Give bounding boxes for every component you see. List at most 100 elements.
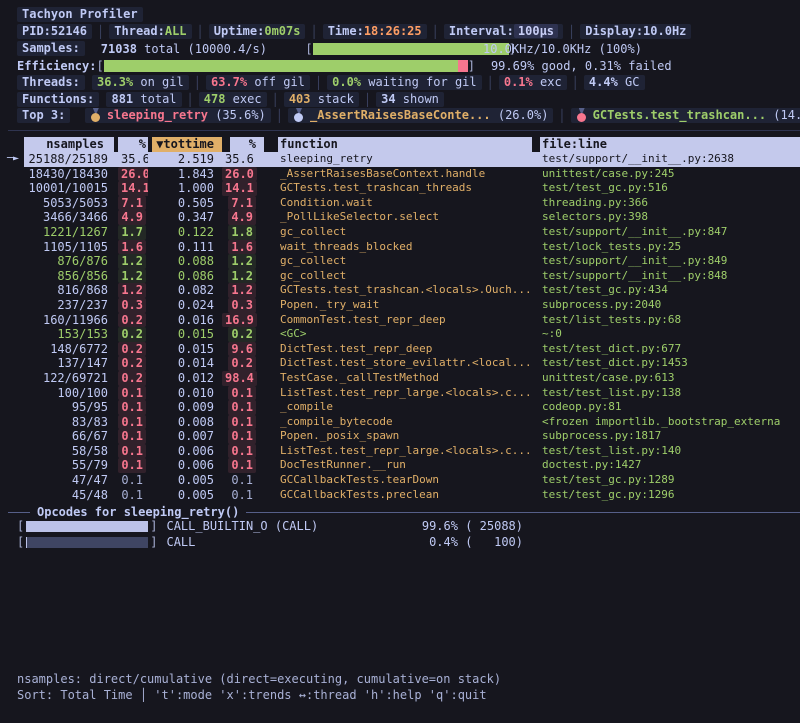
cell-nsamples: 237/237: [24, 298, 114, 313]
table-row[interactable]: 18430/1843026.01.84326.0_AssertRaisesBas…: [24, 167, 800, 182]
table-row[interactable]: 95/950.10.0090.1_compilecodeop.py:81: [24, 400, 800, 415]
threads-stat: 0.1% exc: [499, 75, 567, 90]
cell-pct-direct: 0.1: [118, 429, 148, 444]
cell-pct-cumulative: 0.1: [222, 473, 264, 488]
column-header-file-line[interactable]: file:line: [540, 137, 800, 152]
column-header-function[interactable]: function: [278, 137, 532, 152]
cell-function: GCTests.test_trashcan.<locals>.Ouch...: [278, 283, 532, 298]
cell-file-line: test/support/__init__.py:847: [540, 225, 800, 240]
status-item-display: Display: 10.0Hz: [580, 24, 691, 39]
threads-stat: 0.0% waiting for gil: [327, 75, 482, 90]
cell-pct-direct: 1.7: [118, 225, 148, 240]
column-header-tottime-sorted[interactable]: ▼tottime: [152, 137, 222, 152]
cell-tottime: 0.015: [148, 342, 222, 357]
cell-function: GCCallbackTests.tearDown: [278, 473, 532, 488]
cell-file-line: test/test_list.py:138: [540, 386, 800, 401]
cell-file-line: test/list_tests.py:68: [540, 313, 800, 328]
cell-tottime: 0.006: [148, 444, 222, 459]
table-row[interactable]: 160/119660.20.01616.9CommonTest.test_rep…: [24, 313, 800, 328]
table-row[interactable]: 137/1470.20.0140.2DictTest.test_store_ev…: [24, 356, 800, 371]
table-row[interactable]: 10001/1001514.11.00014.1GCTests.test_tra…: [24, 181, 800, 196]
efficiency-line: Efficiency:[] 99.69% good, 0.31% failed: [17, 58, 672, 73]
table-row[interactable]: 876/8761.20.0881.2gc_collecttest/support…: [24, 254, 800, 269]
cell-nsamples: 18430/18430: [24, 167, 114, 182]
table-row[interactable]: 856/8561.20.0861.2gc_collecttest/support…: [24, 269, 800, 284]
cell-tottime: 0.009: [148, 400, 222, 415]
table-row[interactable]: 100/1000.10.0100.1ListTest.test_repr_lar…: [24, 386, 800, 401]
efficiency-text: 99.69% good, 0.31% failed: [491, 59, 672, 73]
cell-pct-direct: 1.2: [118, 254, 148, 269]
opcode-bar-fill: [26, 521, 148, 532]
cell-pct-direct: 0.2: [118, 371, 148, 386]
table-row[interactable]: 122/697210.20.01298.4TestCase._callTestM…: [24, 371, 800, 386]
cell-function: _PollLikeSelector.select: [278, 210, 532, 225]
table-row[interactable]: 3466/34664.90.3474.9_PollLikeSelector.se…: [24, 210, 800, 225]
table-row[interactable]: 83/830.10.0080.1_compile_bytecode<frozen…: [24, 415, 800, 430]
cell-pct-direct: 0.2: [118, 342, 148, 357]
samples-line: Samples: 71038 total (10000.4/s) [] 10.0…: [17, 41, 267, 56]
cell-function: DictTest.test_repr_deep: [278, 342, 532, 357]
column-header-pct-direct[interactable]: %: [118, 137, 148, 152]
cell-pct-cumulative: 1.2: [222, 283, 264, 298]
cell-pct-direct: 1.2: [118, 283, 148, 298]
cell-tottime: 0.010: [148, 386, 222, 401]
threads-stat: 36.3% on gil: [92, 75, 189, 90]
column-header-nsamples[interactable]: nsamples: [24, 137, 114, 152]
cell-function: TestCase._callTestMethod: [278, 371, 532, 386]
separator-bar: │: [364, 93, 371, 107]
cell-tottime: 0.111: [148, 240, 222, 255]
table-row[interactable]: 1221/12671.70.1221.8gc_collecttest/suppo…: [24, 225, 800, 240]
cell-pct-cumulative: 0.2: [222, 356, 264, 371]
footer-help-line1: nsamples: direct/cumulative (direct=exec…: [17, 671, 501, 686]
cell-tottime: 0.505: [148, 196, 222, 211]
cell-pct-direct: 26.0: [118, 167, 148, 182]
table-row[interactable]: 58/580.10.0060.1ListTest.test_repr_large…: [24, 444, 800, 459]
table-row[interactable]: 45/480.10.0050.1GCCallbackTests.preclean…: [24, 488, 800, 503]
threads-stat-value: 4.4%: [589, 75, 618, 89]
table-row[interactable]: 5053/50537.10.5057.1Condition.waitthread…: [24, 196, 800, 211]
table-row[interactable]: 153/1530.20.0150.2<GC>~:0: [24, 327, 800, 342]
cell-file-line: codeop.py:81: [540, 400, 800, 415]
status-label: Display:: [585, 24, 643, 38]
functions-label: Functions:: [17, 92, 99, 107]
separator-bar: │: [272, 93, 279, 107]
bracket-open: [: [17, 535, 24, 549]
top3-entry: GCTests.test_trashcan... (14.1%): [571, 108, 800, 123]
status-value: 10.0Hz: [643, 24, 686, 38]
table-row[interactable]: 816/8681.20.0821.2GCTests.test_trashcan.…: [24, 283, 800, 298]
cell-file-line: test/test_gc.py:516: [540, 181, 800, 196]
footer-help-line2: Sort: Total Time │ 't':mode 'x':trends ↔…: [17, 687, 487, 702]
cell-file-line: <frozen importlib._bootstrap_externa: [540, 415, 800, 430]
cell-nsamples: 1221/1267: [24, 225, 114, 240]
cell-function: Popen._posix_spawn: [278, 429, 532, 444]
table-row[interactable]: 66/670.10.0070.1Popen._posix_spawnsubpro…: [24, 429, 800, 444]
cell-pct-cumulative: 16.9: [222, 313, 264, 328]
opcodes-title: Opcodes for sleeping_retry(): [37, 505, 239, 519]
functions-stat-value: 881: [111, 92, 133, 106]
status-value: ALL: [165, 24, 187, 38]
cell-pct-direct: 0.1: [118, 473, 148, 488]
cell-tottime: 1.843: [148, 167, 222, 182]
cell-nsamples: 25188/25189: [24, 152, 114, 167]
cell-nsamples: 5053/5053: [24, 196, 114, 211]
cell-nsamples: 47/47: [24, 473, 114, 488]
cell-pct-direct: 0.1: [118, 458, 148, 473]
table-row[interactable]: 55/790.10.0060.1DocTestRunner.__rundocte…: [24, 458, 800, 473]
cell-function: GCTests.test_trashcan_threads: [278, 181, 532, 196]
column-header-pct-cumulative[interactable]: %: [230, 137, 264, 152]
opcode-stat: 0.4% ( 100): [377, 535, 523, 549]
opcode-bar: [26, 537, 148, 548]
cell-nsamples: 148/6772: [24, 342, 114, 357]
threads-stat: 4.4% GC: [584, 75, 645, 90]
table-row[interactable]: 1105/11051.60.1111.6wait_threads_blocked…: [24, 240, 800, 255]
table-row[interactable]: 237/2370.30.0240.3Popen._try_waitsubproc…: [24, 298, 800, 313]
cell-file-line: ~:0: [540, 327, 800, 342]
samples-count-suffix: total (10000.4/s): [137, 42, 267, 56]
table-row[interactable]: 47/470.10.0050.1GCCallbackTests.tearDown…: [24, 473, 800, 488]
table-row[interactable]: ─►25188/2518935.62.51935.6sleeping_retry…: [24, 152, 800, 167]
cell-file-line: test/test_list.py:140: [540, 444, 800, 459]
top3-function-name: _AssertRaisesBaseConte...: [310, 108, 491, 122]
bracket-open: [: [17, 519, 24, 533]
cell-nsamples: 3466/3466: [24, 210, 114, 225]
table-row[interactable]: 148/67720.20.0159.6DictTest.test_repr_de…: [24, 342, 800, 357]
